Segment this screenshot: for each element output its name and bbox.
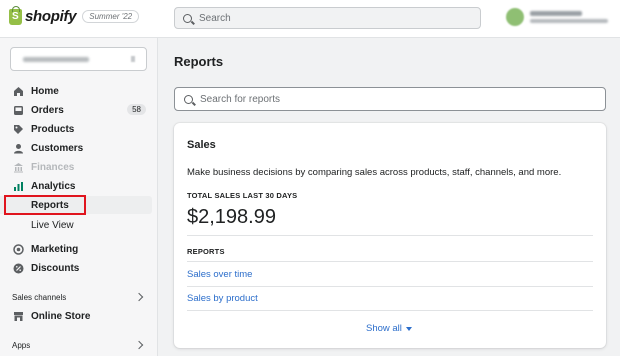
avatar — [506, 8, 524, 26]
sidebar-item-home[interactable]: Home — [0, 82, 152, 100]
shopify-logo[interactable]: shopify Summer '22 — [9, 5, 140, 25]
sidebar-item-discounts[interactable]: Discounts — [0, 259, 152, 277]
sidebar-item-label: Analytics — [31, 180, 76, 192]
user-info-blurred — [530, 11, 608, 23]
sales-channels-label: Sales channels — [12, 293, 67, 302]
apps-label: Apps — [12, 341, 31, 350]
card-title: Sales — [187, 139, 216, 151]
page-title: Reports — [174, 54, 224, 69]
store-selector[interactable] — [10, 47, 147, 71]
target-icon — [13, 243, 24, 255]
discount-icon — [13, 263, 24, 274]
user-menu[interactable] — [506, 8, 608, 26]
divider — [187, 310, 593, 311]
sales-card: Sales Make business decisions by compari… — [174, 123, 606, 348]
divider — [187, 261, 593, 262]
analytics-icon — [13, 181, 24, 192]
sidebar-item-live-view[interactable]: Live View — [0, 216, 152, 234]
sidebar-item-label: Finances — [31, 161, 75, 173]
sidebar-item-label: Home — [31, 85, 59, 97]
selector-chevron-icon — [131, 56, 135, 62]
search-icon — [183, 13, 192, 23]
top-bar: shopify Summer '22 Search — [0, 0, 620, 38]
sales-channels-chevron-icon[interactable] — [134, 292, 144, 302]
sidebar-item-label: Products — [31, 123, 75, 135]
store-icon — [13, 311, 24, 322]
brand-name: shopify — [25, 8, 77, 25]
orders-count-badge: 58 — [127, 104, 146, 115]
divider — [187, 235, 593, 236]
reports-search-placeholder: Search for reports — [200, 93, 281, 105]
sidebar-item-orders[interactable]: Orders 58 — [0, 101, 152, 119]
sidebar-item-label: Live View — [31, 219, 74, 231]
apps-chevron-icon[interactable] — [134, 340, 144, 350]
home-icon — [13, 86, 24, 97]
orders-icon — [13, 105, 24, 116]
caret-down-icon — [405, 326, 412, 331]
edition-badge: Summer '22 — [82, 10, 140, 23]
card-description: Make business decisions by comparing sal… — [187, 167, 562, 178]
sidebar-item-label: Orders — [31, 104, 64, 116]
metric-value: $2,198.99 — [187, 206, 276, 228]
sidebar-item-finances[interactable]: Finances — [0, 158, 152, 176]
sidebar-item-marketing[interactable]: Marketing — [0, 240, 152, 258]
report-link-sales-over-time[interactable]: Sales over time — [187, 269, 252, 280]
show-all-label: Show all — [366, 323, 402, 334]
report-link-sales-by-product[interactable]: Sales by product — [187, 293, 258, 304]
sidebar-item-products[interactable]: Products — [0, 120, 152, 138]
divider — [187, 286, 593, 287]
store-name-blurred — [23, 57, 89, 62]
reports-search-input[interactable]: Search for reports — [174, 87, 606, 111]
tag-icon — [13, 124, 24, 135]
sidebar-item-customers[interactable]: Customers — [0, 139, 152, 157]
metric-label: TOTAL SALES LAST 30 DAYS — [187, 191, 298, 200]
bank-icon — [13, 162, 24, 173]
global-search-input[interactable]: Search — [174, 7, 481, 29]
sidebar-item-label: Marketing — [31, 243, 79, 255]
sidebar-item-analytics[interactable]: Analytics — [0, 177, 152, 195]
sidebar-item-label: Discounts — [31, 262, 80, 274]
search-icon — [184, 94, 193, 104]
sidebar-item-online-store[interactable]: Online Store — [0, 307, 152, 325]
person-icon — [13, 143, 24, 154]
sidebar-item-label: Customers — [31, 142, 84, 154]
highlight-annotation — [4, 195, 86, 215]
show-all-button[interactable]: Show all — [366, 323, 412, 334]
reports-section-label: REPORTS — [187, 247, 225, 256]
sidebar-item-label: Online Store — [31, 310, 91, 322]
shopping-bag-icon — [9, 5, 22, 25]
global-search-placeholder: Search — [199, 12, 231, 24]
